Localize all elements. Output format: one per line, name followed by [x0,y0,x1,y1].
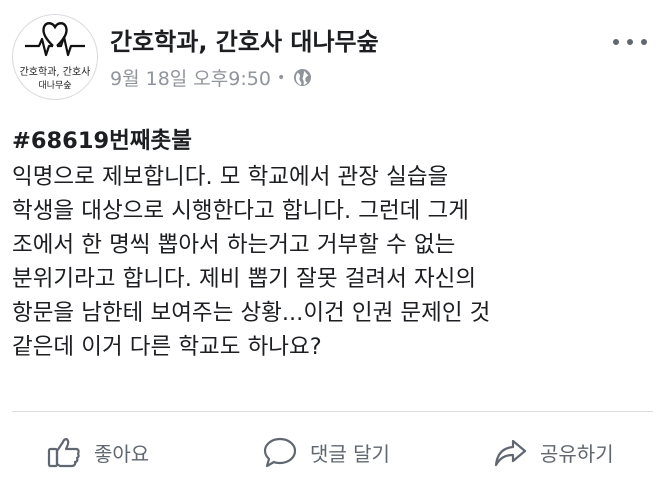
post-hashtag[interactable]: #68619번째촛불 [12,124,652,158]
avatar-logo-text-line1: 간호학과, 간호사 [19,67,91,78]
post-body-line: 조에서 한 명씩 뽑아서 하는거고 거부할 수 없는 [12,232,456,258]
post-card: 간호학과, 간호사 대나무숲 간호학과, 간호사 대나무숲 9월 18일 오후9… [0,0,665,492]
share-button[interactable]: 공유하기 [492,432,614,472]
actions-divider [12,411,653,412]
post-body: #68619번째촛불 익명으로 제보합니다. 모 학교에서 관장 실습을 학생을… [12,124,652,364]
post-body-line: 같은데 이거 다른 학교도 하나요? [12,334,322,360]
comment-label: 댓글 달기 [310,441,390,466]
share-arrow-icon [494,439,527,467]
globe-icon[interactable] [293,68,312,87]
thumbs-up-icon [47,438,80,468]
avatar-logo-text-line2: 대나무숲 [38,81,72,91]
post-body-line: 익명으로 제보합니다. 모 학교에서 관장 실습을 [12,164,449,190]
comment-button[interactable]: 댓글 달기 [262,432,390,472]
post-body-line: 항문을 남한테 보여주는 상황...이건 인권 문제인 것 [12,300,491,326]
avatar[interactable]: 간호학과, 간호사 대나무숲 [12,14,98,100]
post-timestamp[interactable]: 9월 18일 오후9:50 [110,64,271,91]
post-body-line: 분위기라고 합니다. 제비 뽑기 잘못 걸려서 자신의 [12,266,477,292]
comment-icon [263,437,297,468]
like-label: 좋아요 [94,441,150,466]
post-header: 간호학과, 간호사 대나무숲 간호학과, 간호사 대나무숲 9월 18일 오후9… [12,14,652,104]
post-meta: 9월 18일 오후9:50 • [110,64,312,91]
more-dots-icon[interactable] [610,34,650,48]
post-actions-bar: 좋아요 댓글 달기 공유하기 [0,422,665,482]
share-label: 공유하기 [540,441,614,466]
post-body-line: 학생을 대상으로 시행한다고 합니다. 그런데 그게 [12,198,469,224]
page-name-link[interactable]: 간호학과, 간호사 대나무숲 [110,22,379,57]
meta-separator: • [276,69,286,86]
like-button[interactable]: 좋아요 [46,432,149,472]
